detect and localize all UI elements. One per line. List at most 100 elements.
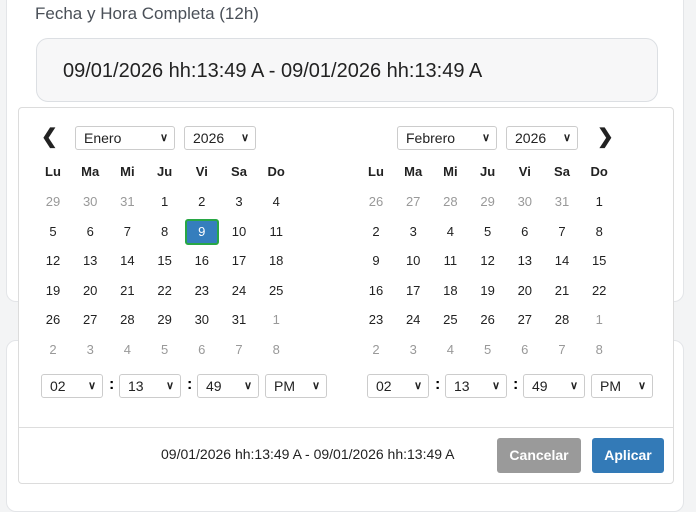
calendar-day[interactable]: 6	[508, 219, 542, 245]
prev-month-icon[interactable]: ❮	[41, 124, 58, 149]
calendar-day[interactable]: 3	[396, 219, 430, 245]
calendar-day[interactable]: 12	[36, 248, 70, 274]
year-select-right[interactable]: 2026 ∨	[506, 126, 578, 150]
calendar-day[interactable]: 5	[471, 337, 505, 363]
calendar-day[interactable]: 7	[545, 219, 579, 245]
calendar-day[interactable]: 27	[396, 189, 430, 215]
calendar-day[interactable]: 13	[508, 248, 542, 274]
calendar-day[interactable]: 8	[148, 219, 182, 245]
calendar-day[interactable]: 1	[582, 189, 616, 215]
calendar-day[interactable]: 27	[73, 307, 107, 333]
calendar-day[interactable]: 8	[582, 337, 616, 363]
calendar-day[interactable]: 28	[545, 307, 579, 333]
year-select-left[interactable]: 2026 ∨	[184, 126, 256, 150]
calendar-day[interactable]: 30	[508, 189, 542, 215]
calendar-day[interactable]: 10	[396, 248, 430, 274]
calendar-day[interactable]: 3	[73, 337, 107, 363]
calendar-day[interactable]: 25	[259, 278, 293, 304]
calendar-day[interactable]: 20	[508, 278, 542, 304]
hour-select-left[interactable]: 02 ∨	[41, 374, 103, 398]
calendar-day[interactable]: 15	[148, 248, 182, 274]
calendar-day[interactable]: 23	[359, 307, 393, 333]
second-select-left[interactable]: 49 ∨	[197, 374, 259, 398]
calendar-day[interactable]: 4	[433, 219, 467, 245]
calendar-day[interactable]: 31	[545, 189, 579, 215]
calendar-day[interactable]: 7	[545, 337, 579, 363]
calendar-day[interactable]: 12	[471, 248, 505, 274]
calendar-day[interactable]: 6	[73, 219, 107, 245]
calendar-day[interactable]: 7	[222, 337, 256, 363]
calendar-day[interactable]: 8	[582, 219, 616, 245]
calendar-day[interactable]: 31	[110, 189, 144, 215]
calendar-day[interactable]: 31	[222, 307, 256, 333]
calendar-day[interactable]: 26	[471, 307, 505, 333]
calendar-day[interactable]: 1	[582, 307, 616, 333]
calendar-day[interactable]: 5	[471, 219, 505, 245]
calendar-day[interactable]: 4	[259, 189, 293, 215]
calendar-day[interactable]: 9	[184, 218, 219, 245]
cancel-button[interactable]: Cancelar	[497, 438, 581, 473]
calendar-day[interactable]: 29	[36, 189, 70, 215]
calendar-day[interactable]: 17	[396, 278, 430, 304]
calendar-day[interactable]: 1	[148, 189, 182, 215]
month-select-right[interactable]: Febrero ∨	[397, 126, 497, 150]
calendar-day[interactable]: 18	[259, 248, 293, 274]
calendar-day[interactable]: 20	[73, 278, 107, 304]
minute-select-left[interactable]: 13 ∨	[119, 374, 181, 398]
calendar-day[interactable]: 19	[471, 278, 505, 304]
calendar-day[interactable]: 19	[36, 278, 70, 304]
hour-select-right[interactable]: 02 ∨	[367, 374, 429, 398]
calendar-day[interactable]: 17	[222, 248, 256, 274]
calendar-day[interactable]: 30	[73, 189, 107, 215]
calendar-day[interactable]: 21	[110, 278, 144, 304]
calendar-day[interactable]: 2	[359, 219, 393, 245]
datetime-range-input[interactable]: 09/01/2026 hh:13:49 A - 09/01/2026 hh:13…	[36, 38, 658, 102]
calendar-day[interactable]: 2	[36, 337, 70, 363]
second-select-right[interactable]: 49 ∨	[523, 374, 585, 398]
calendar-day[interactable]: 30	[185, 307, 219, 333]
calendar-day[interactable]: 13	[73, 248, 107, 274]
calendar-day[interactable]: 27	[508, 307, 542, 333]
calendar-day[interactable]: 29	[471, 189, 505, 215]
calendar-day[interactable]: 28	[433, 189, 467, 215]
calendar-day[interactable]: 26	[359, 189, 393, 215]
calendar-day[interactable]: 1	[259, 307, 293, 333]
apply-button[interactable]: Aplicar	[592, 438, 664, 473]
calendar-day[interactable]: 6	[185, 337, 219, 363]
calendar-day[interactable]: 2	[185, 189, 219, 215]
minute-select-right[interactable]: 13 ∨	[445, 374, 507, 398]
ampm-select-left[interactable]: PM ∨	[265, 374, 327, 398]
calendar-day[interactable]: 22	[582, 278, 616, 304]
calendar-day[interactable]: 24	[396, 307, 430, 333]
calendar-day[interactable]: 8	[259, 337, 293, 363]
calendar-day[interactable]: 21	[545, 278, 579, 304]
calendar-day[interactable]: 10	[222, 219, 256, 245]
calendar-day[interactable]: 2	[359, 337, 393, 363]
calendar-day[interactable]: 28	[110, 307, 144, 333]
calendar-day[interactable]: 11	[259, 219, 293, 245]
calendar-day[interactable]: 6	[508, 337, 542, 363]
calendar-day[interactable]: 29	[148, 307, 182, 333]
ampm-select-right[interactable]: PM ∨	[591, 374, 653, 398]
calendar-day[interactable]: 3	[222, 189, 256, 215]
calendar-day[interactable]: 16	[359, 278, 393, 304]
calendar-day[interactable]: 4	[433, 337, 467, 363]
calendar-day[interactable]: 24	[222, 278, 256, 304]
calendar-day[interactable]: 11	[433, 248, 467, 274]
calendar-day[interactable]: 22	[148, 278, 182, 304]
calendar-day[interactable]: 5	[148, 337, 182, 363]
calendar-day[interactable]: 25	[433, 307, 467, 333]
calendar-day[interactable]: 23	[185, 278, 219, 304]
calendar-day[interactable]: 16	[185, 248, 219, 274]
calendar-day[interactable]: 15	[582, 248, 616, 274]
calendar-day[interactable]: 26	[36, 307, 70, 333]
calendar-day[interactable]: 3	[396, 337, 430, 363]
calendar-day[interactable]: 14	[545, 248, 579, 274]
calendar-day[interactable]: 5	[36, 219, 70, 245]
next-month-icon[interactable]: ❯	[597, 124, 614, 149]
month-select-left[interactable]: Enero ∨	[75, 126, 175, 150]
calendar-day[interactable]: 7	[110, 219, 144, 245]
calendar-day[interactable]: 4	[110, 337, 144, 363]
calendar-day[interactable]: 18	[433, 278, 467, 304]
calendar-day[interactable]: 9	[359, 248, 393, 274]
